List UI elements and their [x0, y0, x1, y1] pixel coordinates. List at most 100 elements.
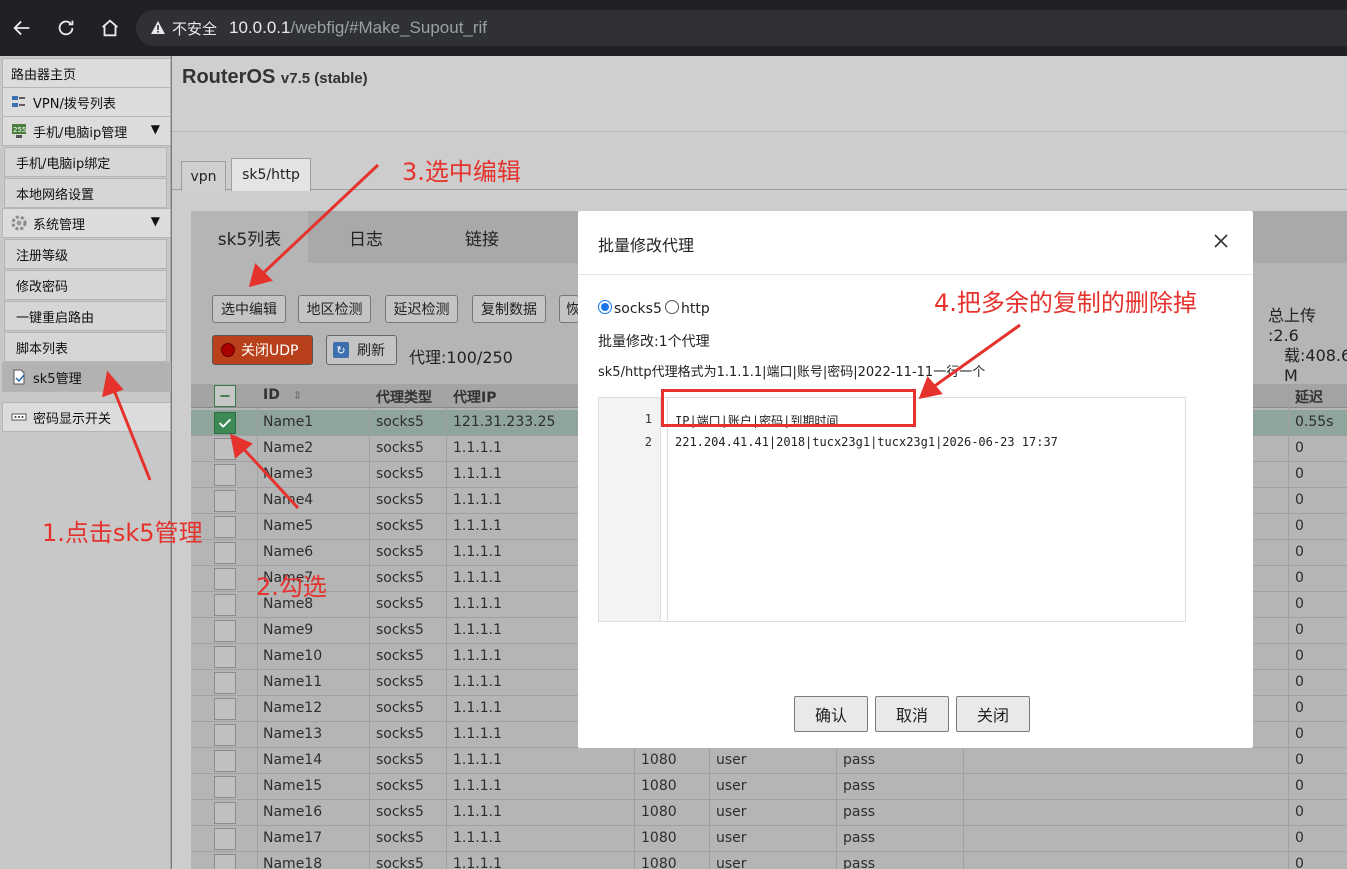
row-checkbox[interactable] [214, 672, 236, 694]
sidebar-item-vpn-list[interactable]: VPN/拨号列表 [2, 87, 171, 117]
cell-ip: 1.1.1.1 [453, 622, 502, 638]
edit-selected-button[interactable]: 选中编辑 [212, 295, 286, 323]
close-udp-button[interactable]: 关闭UDP [212, 335, 313, 365]
copy-data-button[interactable]: 复制数据 [472, 295, 546, 323]
row-checkbox[interactable] [214, 594, 236, 616]
line-number-gutter: 1 2 [599, 398, 661, 621]
reload-icon[interactable] [44, 6, 88, 50]
row-checkbox[interactable] [214, 724, 236, 746]
sidebar-item-reboot-router[interactable]: 一键重启路由 [4, 301, 167, 331]
sidebar-item-ip-binding[interactable]: 手机/电脑ip绑定 [4, 147, 167, 177]
url-path: /webfig/#Make_Supout_rif [290, 18, 488, 37]
cancel-button[interactable]: 取消 [875, 696, 949, 732]
close-icon[interactable] [1209, 229, 1233, 253]
close-button[interactable]: 关闭 [956, 696, 1030, 732]
col-header-latency[interactable]: 延迟 [1295, 387, 1323, 407]
cell-latency: 0 [1295, 700, 1304, 716]
sidebar: 路由器主页 VPN/拨号列表 255 手机/电脑ip管理 ▼ 手机/电脑ip绑定… [0, 56, 171, 869]
row-checkbox[interactable] [214, 828, 236, 850]
table-row[interactable]: Name14 socks5 1.1.1.1 1080 user pass 0 [191, 748, 1347, 774]
radio-http[interactable] [665, 300, 679, 314]
tab-label: sk5/http [242, 167, 300, 183]
sidebar-item-sk5-management[interactable]: sk5管理 [2, 362, 171, 392]
restore-button[interactable]: 恢 [559, 295, 579, 323]
cell-user: user [716, 830, 747, 846]
row-checkbox[interactable] [214, 802, 236, 824]
sidebar-item-router-home[interactable]: 路由器主页 [2, 58, 171, 88]
row-checkbox[interactable] [214, 646, 236, 668]
address-bar[interactable]: 不安全 10.0.0.1/webfig/#Make_Supout_rif [136, 10, 1347, 46]
radio-http-label: http [681, 301, 710, 317]
row-checkbox[interactable] [214, 854, 236, 869]
sidebar-item-label: 路由器主页 [11, 67, 77, 83]
cell-ip: 1.1.1.1 [453, 544, 502, 560]
back-arrow-icon[interactable] [0, 6, 44, 50]
refresh-label: 刷新 [357, 343, 385, 359]
cell-name: Name17 [263, 830, 323, 846]
home-icon[interactable] [88, 6, 132, 50]
sidebar-item-system-management[interactable]: 系统管理 ▼ [2, 208, 171, 238]
cell-port: 1080 [641, 830, 677, 846]
sort-icon[interactable]: ⇕ [293, 389, 302, 402]
chevron-down-icon[interactable]: ▼ [151, 122, 160, 136]
row-checkbox[interactable] [214, 412, 236, 434]
sidebar-item-registration-level[interactable]: 注册等级 [4, 239, 167, 269]
latency-check-button[interactable]: 延迟检测 [385, 295, 458, 323]
sidebar-item-change-password[interactable]: 修改密码 [4, 270, 167, 300]
sidebar-item-ip-management[interactable]: 255 手机/电脑ip管理 ▼ [2, 116, 171, 146]
row-checkbox[interactable] [214, 620, 236, 642]
sidebar-item-password-toggle[interactable]: 密码显示开关 [2, 402, 171, 432]
row-checkbox[interactable] [214, 542, 236, 564]
radio-socks5[interactable] [598, 300, 612, 314]
table-row[interactable]: Name15 socks5 1.1.1.1 1080 user pass 0 [191, 774, 1347, 800]
row-checkbox[interactable] [214, 776, 236, 798]
column-divider [1288, 384, 1289, 869]
cell-ip: 1.1.1.1 [453, 804, 502, 820]
refresh-button[interactable]: ↻ 刷新 [326, 335, 397, 365]
cell-type: socks5 [376, 700, 424, 716]
sidebar-item-local-network[interactable]: 本地网络设置 [4, 178, 167, 208]
sidebar-item-label: VPN/拨号列表 [33, 96, 116, 112]
row-checkbox[interactable] [214, 516, 236, 538]
row-checkbox[interactable] [214, 438, 236, 460]
annotation-step2: 2.勾选 [256, 573, 327, 601]
warning-icon [151, 21, 165, 34]
editor-line[interactable]: 221.204.41.41|2018|tucx23g1|tucx23g1|202… [675, 435, 1058, 449]
cell-user: user [716, 856, 747, 869]
region-check-button[interactable]: 地区检测 [298, 295, 371, 323]
tab-log[interactable]: 日志 [331, 211, 401, 263]
tab-links[interactable]: 链接 [447, 211, 517, 263]
cell-name: Name6 [263, 544, 314, 560]
col-header-type[interactable]: 代理类型 [376, 387, 432, 407]
sidebar-item-script-list[interactable]: 脚本列表 [4, 332, 167, 362]
vpn-icon [11, 94, 27, 110]
select-all-checkbox[interactable] [214, 385, 236, 407]
table-row[interactable]: Name18 socks5 1.1.1.1 1080 user pass 0 [191, 852, 1347, 869]
chevron-down-icon[interactable]: ▼ [151, 214, 160, 228]
col-header-id[interactable]: ID ⇕ [263, 387, 302, 403]
line-number: 2 [644, 435, 652, 449]
tab-sk5-http[interactable]: sk5/http [231, 158, 311, 191]
proxy-editor[interactable]: 1 2 IP|端口|账户|密码|到期时间 221.204.41.41|2018|… [598, 397, 1186, 622]
row-checkbox[interactable] [214, 568, 236, 590]
row-checkbox[interactable] [214, 750, 236, 772]
udp-status-icon [221, 343, 235, 357]
cell-type: socks5 [376, 466, 424, 482]
cell-latency: 0 [1295, 492, 1304, 508]
tab-label: vpn [190, 168, 217, 185]
cell-latency: 0 [1295, 752, 1304, 768]
col-header-ip[interactable]: 代理IP [453, 387, 496, 407]
table-row[interactable]: Name16 socks5 1.1.1.1 1080 user pass 0 [191, 800, 1347, 826]
row-checkbox[interactable] [214, 490, 236, 512]
column-divider [257, 384, 258, 869]
cell-type: socks5 [376, 648, 424, 664]
tab-vpn[interactable]: vpn [181, 161, 226, 191]
row-checkbox[interactable] [214, 464, 236, 486]
table-row[interactable]: Name17 socks5 1.1.1.1 1080 user pass 0 [191, 826, 1347, 852]
cell-latency: 0 [1295, 596, 1304, 612]
tab-sk5-list[interactable]: sk5列表 [191, 211, 308, 263]
cell-type: socks5 [376, 518, 424, 534]
confirm-button[interactable]: 确认 [794, 696, 868, 732]
row-checkbox[interactable] [214, 698, 236, 720]
cell-latency: 0 [1295, 830, 1304, 846]
